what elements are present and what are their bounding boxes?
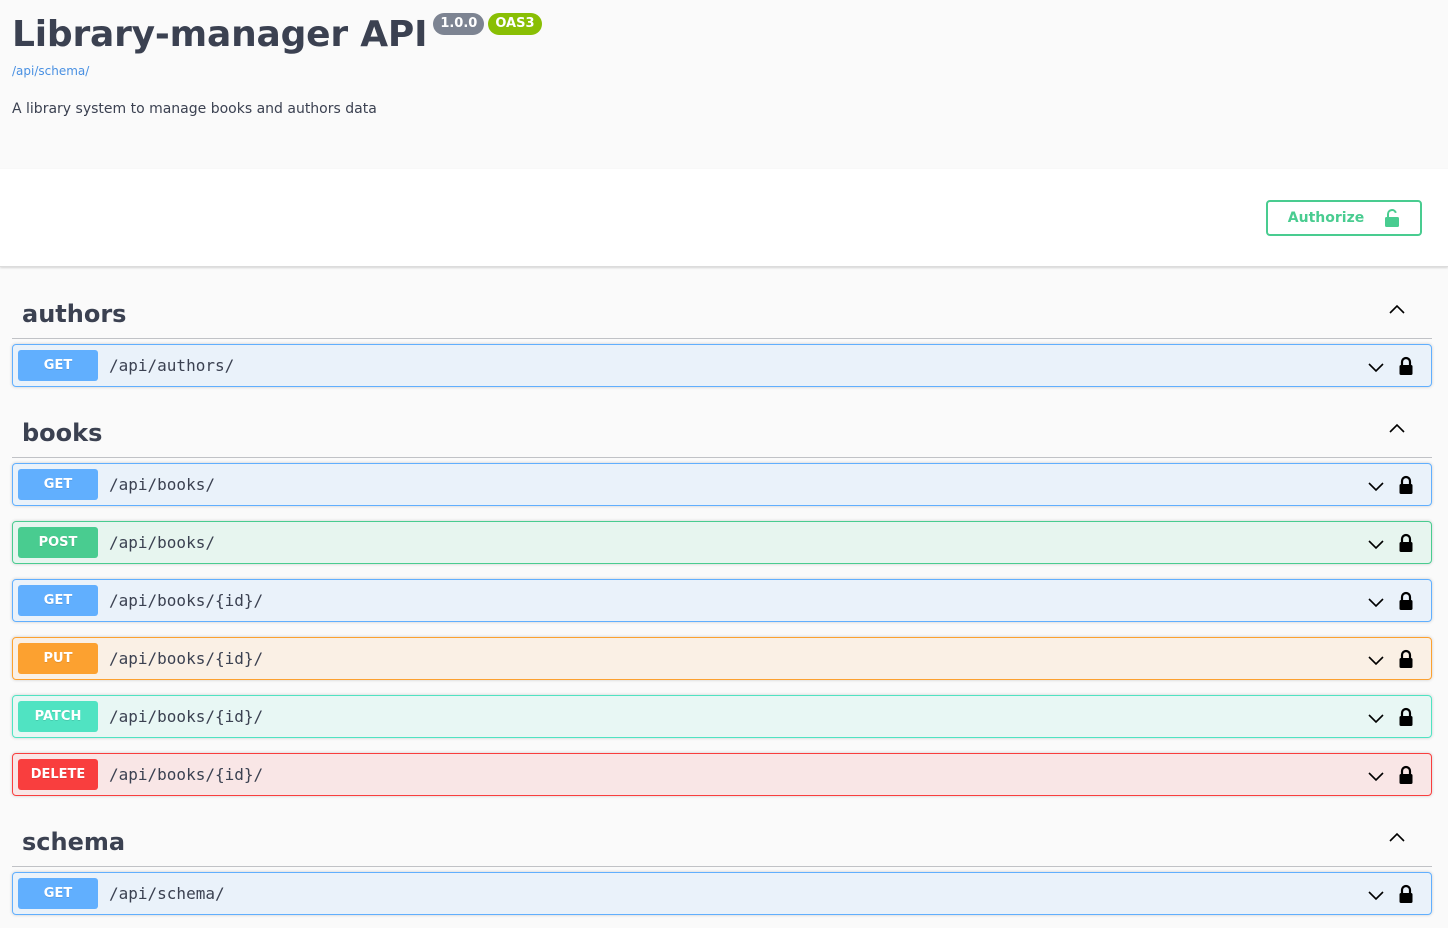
tag-section-books: books GET/api/books/POST/api/books/GET/ap… [12,387,1432,796]
authorize-button[interactable]: Authorize [1266,200,1422,236]
operation-path: /api/books/{id}/ [109,591,264,610]
operations-list: authors GET/api/authors/books GET/api/book… [0,267,1448,915]
api-info: Library-manager API 1.0.0 OAS3 /api/sche… [0,0,1448,169]
operation-get[interactable]: GET/api/books/{id}/ [12,579,1432,622]
api-description: A library system to manage books and aut… [12,101,377,117]
method-badge: DELETE [18,759,98,790]
chevron-down-icon[interactable] [1366,357,1386,377]
method-badge: POST [18,527,98,558]
chevron-up-icon[interactable] [1387,300,1407,320]
tag-name: schema [22,828,126,856]
chevron-down-icon[interactable] [1366,885,1386,905]
tag-section-authors: authors GET/api/authors/ [12,267,1432,387]
chevron-down-icon[interactable] [1366,650,1386,670]
operation-path: /api/books/ [109,533,215,552]
tag-header-authors[interactable]: authors [12,267,1432,339]
authorize-label: Authorize [1287,210,1365,226]
operation-path: /api/books/{id}/ [109,765,264,784]
operation-path: /api/authors/ [109,356,235,375]
operation-patch[interactable]: PATCH/api/books/{id}/ [12,695,1432,738]
method-badge: GET [18,350,98,381]
api-title: Library-manager API [12,14,428,55]
lock-icon[interactable] [1398,591,1414,611]
chevron-down-icon[interactable] [1366,766,1386,786]
operation-path: /api/schema/ [109,884,225,903]
method-badge: GET [18,469,98,500]
tag-header-books[interactable]: books [12,387,1432,458]
method-badge: GET [18,585,98,616]
method-badge: PATCH [18,701,98,732]
lock-icon[interactable] [1398,765,1414,785]
lock-icon[interactable] [1398,533,1414,553]
chevron-up-icon[interactable] [1387,419,1407,439]
title-row: Library-manager API 1.0.0 OAS3 [12,8,542,62]
lock-icon[interactable] [1398,475,1414,495]
version-badge: 1.0.0 [433,13,485,35]
chevron-down-icon[interactable] [1366,534,1386,554]
chevron-down-icon[interactable] [1366,476,1386,496]
method-badge: GET [18,878,98,909]
operation-get[interactable]: GET/api/authors/ [12,344,1432,387]
tag-name: authors [22,300,127,328]
operation-get[interactable]: GET/api/books/ [12,463,1432,506]
operation-path: /api/books/ [109,475,215,494]
method-badge: PUT [18,643,98,674]
lock-icon[interactable] [1398,649,1414,669]
operation-get[interactable]: GET/api/schema/ [12,872,1432,915]
chevron-up-icon[interactable] [1387,828,1407,848]
schema-link[interactable]: /api/schema/ [12,64,89,78]
unlocked-padlock-icon [1385,209,1400,227]
oas-badge: OAS3 [488,13,542,35]
operation-post[interactable]: POST/api/books/ [12,521,1432,564]
operation-delete[interactable]: DELETE/api/books/{id}/ [12,753,1432,796]
lock-icon[interactable] [1398,356,1414,376]
tag-name: books [22,419,103,447]
tag-header-schema[interactable]: schema [12,796,1432,867]
chevron-down-icon[interactable] [1366,592,1386,612]
operation-path: /api/books/{id}/ [109,649,264,668]
tag-section-schema: schema GET/api/schema/ [12,796,1432,915]
operation-put[interactable]: PUT/api/books/{id}/ [12,637,1432,680]
scheme-container: Authorize [0,169,1448,267]
lock-icon[interactable] [1398,707,1414,727]
chevron-down-icon[interactable] [1366,708,1386,728]
lock-icon[interactable] [1398,884,1414,904]
operation-path: /api/books/{id}/ [109,707,264,726]
